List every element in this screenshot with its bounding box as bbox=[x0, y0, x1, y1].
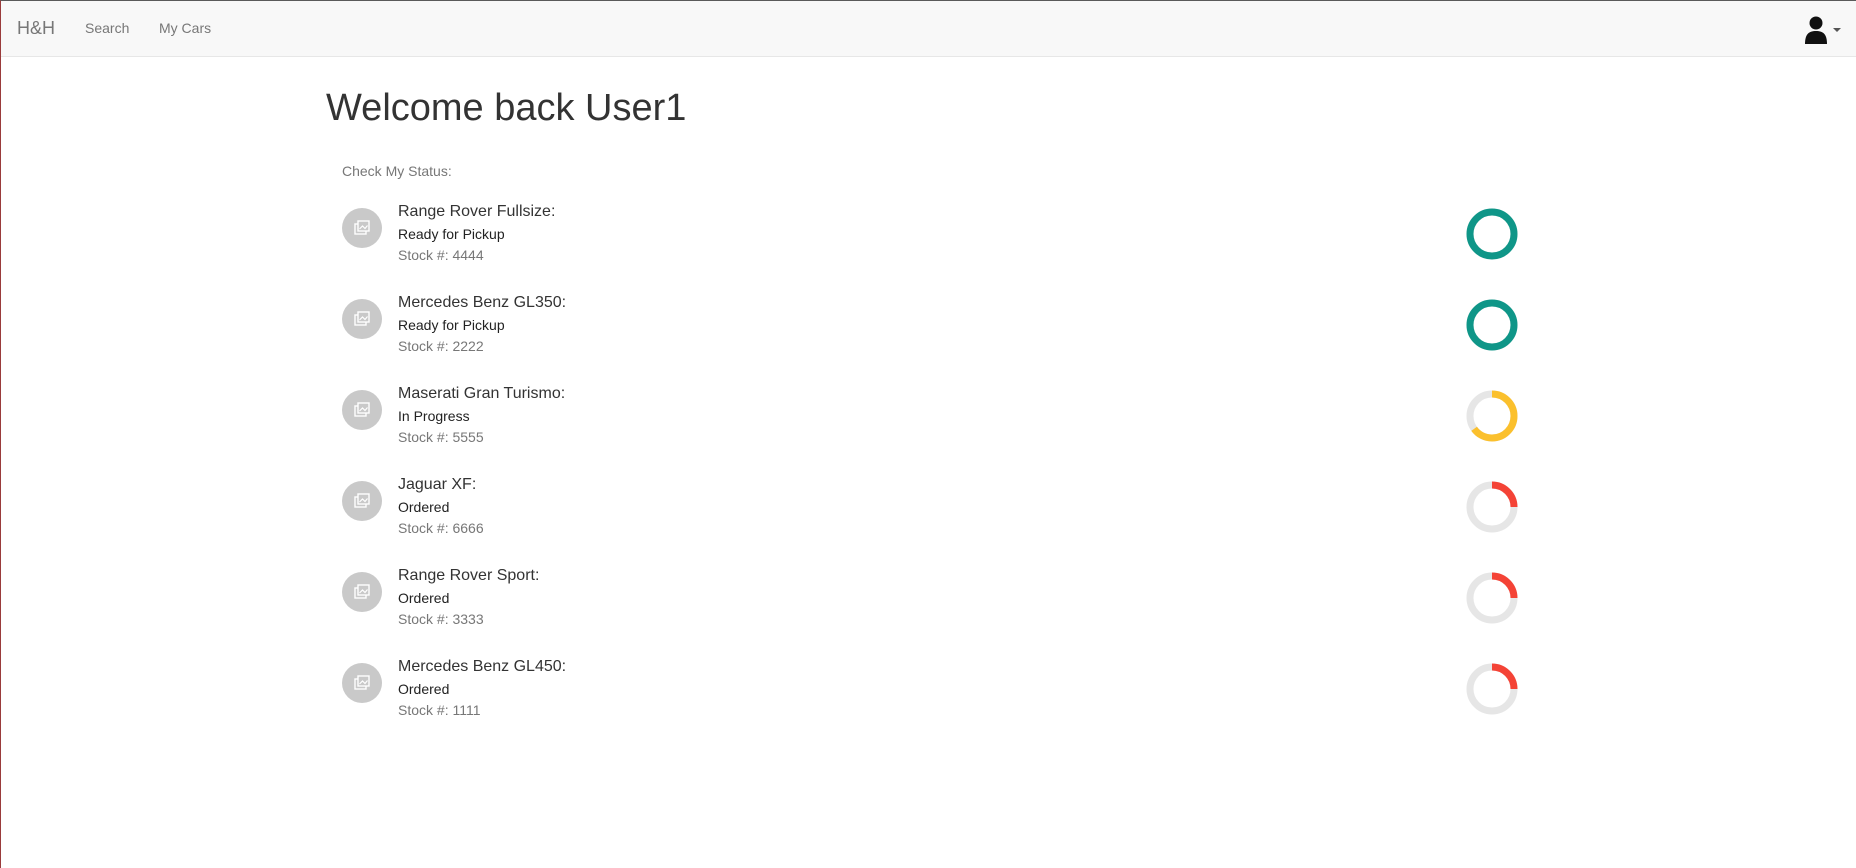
page-title: Welcome back User1 bbox=[326, 87, 687, 129]
car-thumbnail bbox=[342, 663, 382, 703]
image-icon bbox=[354, 584, 370, 599]
car-name: Mercedes Benz GL450: bbox=[398, 658, 567, 675]
car-status-item[interactable]: Mercedes Benz GL350: Ready for Pickup St… bbox=[342, 294, 1522, 385]
car-thumbnail bbox=[342, 481, 382, 521]
nav-link-my-cars[interactable]: My Cars bbox=[159, 20, 211, 36]
car-name: Jaguar XF: bbox=[398, 476, 477, 493]
car-status: Ordered bbox=[398, 499, 450, 515]
car-status-item[interactable]: Range Rover Fullsize: Ready for Pickup S… bbox=[342, 203, 1522, 294]
image-icon bbox=[354, 311, 370, 326]
car-stock-number: Stock #: 6666 bbox=[398, 520, 484, 536]
car-status: Ordered bbox=[398, 681, 450, 697]
image-icon bbox=[354, 675, 370, 690]
car-status: Ready for Pickup bbox=[398, 226, 505, 242]
car-status: Ready for Pickup bbox=[398, 317, 505, 333]
image-icon bbox=[354, 493, 370, 508]
car-stock-number: Stock #: 3333 bbox=[398, 611, 484, 627]
car-stock-number: Stock #: 5555 bbox=[398, 429, 484, 445]
car-name: Range Rover Sport: bbox=[398, 567, 540, 584]
image-icon bbox=[354, 220, 370, 235]
status-progress-ring bbox=[1466, 572, 1518, 624]
section-label: Check My Status: bbox=[342, 163, 452, 179]
user-icon bbox=[1805, 16, 1827, 44]
car-thumbnail bbox=[342, 390, 382, 430]
status-progress-ring bbox=[1466, 481, 1518, 533]
car-status-list: Range Rover Fullsize: Ready for Pickup S… bbox=[342, 203, 1522, 749]
user-menu-dropdown[interactable] bbox=[1803, 15, 1841, 45]
car-thumbnail bbox=[342, 299, 382, 339]
car-thumbnail bbox=[342, 572, 382, 612]
status-progress-ring bbox=[1466, 299, 1518, 351]
image-icon bbox=[354, 402, 370, 417]
navbar: H&H Search My Cars bbox=[1, 1, 1856, 57]
car-name: Maserati Gran Turismo: bbox=[398, 385, 566, 402]
car-status-item[interactable]: Jaguar XF: Ordered Stock #: 6666 bbox=[342, 476, 1522, 567]
nav-link-search[interactable]: Search bbox=[85, 20, 129, 36]
car-thumbnail bbox=[342, 208, 382, 248]
car-status: In Progress bbox=[398, 408, 470, 424]
car-name: Range Rover Fullsize: bbox=[398, 203, 556, 220]
status-progress-ring bbox=[1466, 663, 1518, 715]
chevron-down-icon bbox=[1833, 28, 1841, 32]
car-stock-number: Stock #: 4444 bbox=[398, 247, 484, 263]
car-status-item[interactable]: Mercedes Benz GL450: Ordered Stock #: 11… bbox=[342, 658, 1522, 749]
car-stock-number: Stock #: 1111 bbox=[398, 702, 481, 718]
car-name: Mercedes Benz GL350: bbox=[398, 294, 567, 311]
car-status-item[interactable]: Maserati Gran Turismo: In Progress Stock… bbox=[342, 385, 1522, 476]
status-progress-ring bbox=[1466, 208, 1518, 260]
car-stock-number: Stock #: 2222 bbox=[398, 338, 484, 354]
car-status-item[interactable]: Range Rover Sport: Ordered Stock #: 3333 bbox=[342, 567, 1522, 658]
car-status: Ordered bbox=[398, 590, 450, 606]
status-progress-ring bbox=[1466, 390, 1518, 442]
brand-link[interactable]: H&H bbox=[17, 18, 55, 39]
